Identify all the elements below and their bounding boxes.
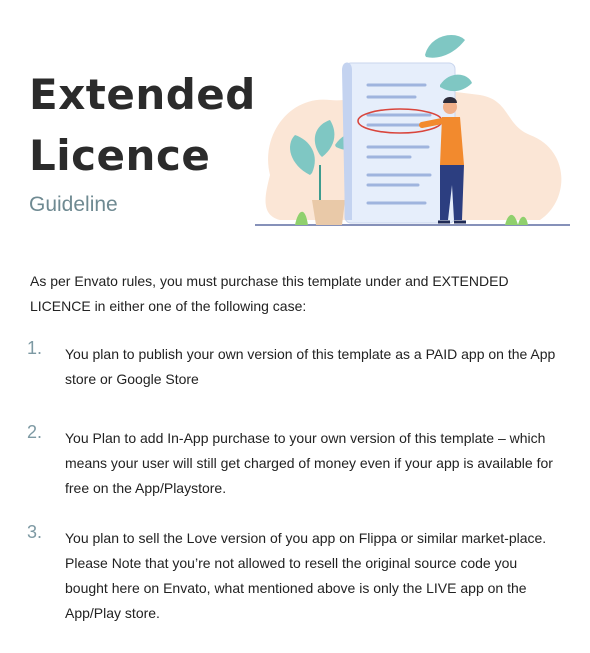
page-subtitle: Guideline xyxy=(29,193,118,216)
list-number: 2. xyxy=(27,422,43,442)
page-title: Extended Licence xyxy=(29,64,256,186)
document-review-illustration-icon xyxy=(255,35,570,226)
list-text: You plan to sell the Love version of you… xyxy=(65,530,547,621)
list-number: 1. xyxy=(27,338,43,358)
list-text: You plan to publish your own version of … xyxy=(65,346,556,387)
list-text: You Plan to add In-App purchase to your … xyxy=(65,430,553,496)
intro-paragraph: As per Envato rules, you must purchase t… xyxy=(30,273,509,314)
title-line-1: Extended xyxy=(29,70,256,119)
licence-page: Extended Licence Guideline As per Envato… xyxy=(0,0,590,653)
title-line-2: Licence xyxy=(29,131,211,180)
list-number: 3. xyxy=(27,522,43,542)
